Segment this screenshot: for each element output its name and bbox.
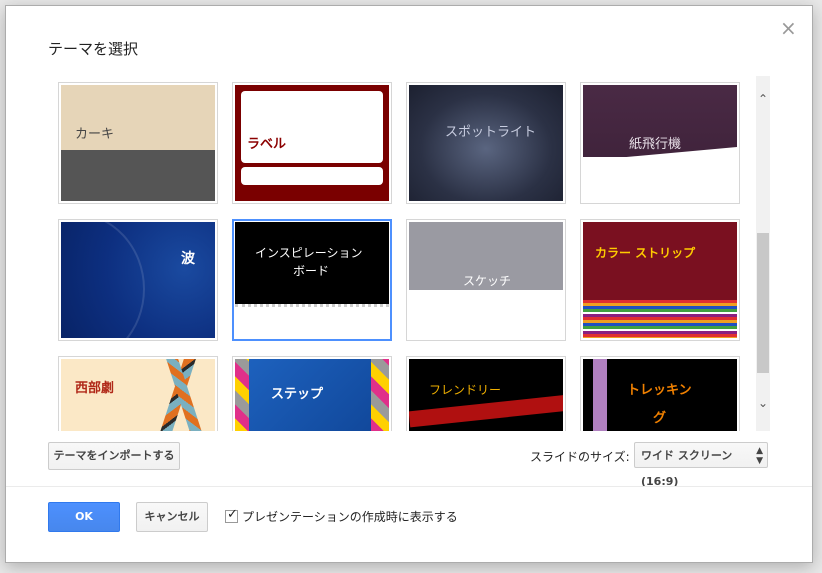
divider xyxy=(6,486,812,487)
theme-name-line2: ボード xyxy=(293,264,330,278)
theme-tile-step[interactable]: ステップ xyxy=(232,356,392,431)
slide-size-label: スライドのサイズ: xyxy=(530,450,630,464)
theme-name-line1: トレッキン xyxy=(627,383,692,398)
theme-name: ラベル xyxy=(247,137,287,152)
ok-button[interactable]: OK xyxy=(48,502,120,532)
scrollbar-thumb[interactable] xyxy=(757,233,769,373)
theme-tile-color-strip[interactable]: カラー ストリップ xyxy=(580,219,740,341)
gallery-scrollbar[interactable]: ⌃ ⌄ xyxy=(756,76,770,431)
theme-name-line2: グ xyxy=(653,411,667,426)
theme-tile-label[interactable]: ラベル xyxy=(232,82,392,204)
theme-name: スポットライト xyxy=(445,125,537,140)
theme-name: 紙飛行機 xyxy=(629,137,682,152)
dialog-title: テーマを選択 xyxy=(48,40,139,58)
theme-tile-western[interactable]: 西部劇 xyxy=(58,356,218,431)
cancel-button[interactable]: キャンセル xyxy=(136,502,208,532)
slide-size-select[interactable]: ワイド スクリーン(16:9) ▲ ▼ xyxy=(634,442,768,488)
close-icon[interactable]: × xyxy=(780,18,797,38)
theme-name: スケッチ xyxy=(463,274,512,288)
theme-tile-wave[interactable]: 波 xyxy=(58,219,218,341)
theme-tile-trekking[interactable]: トレッキン グ xyxy=(580,356,740,431)
check-icon: ✓ xyxy=(227,507,238,522)
theme-tile-friendly[interactable]: フレンドリー xyxy=(406,356,566,431)
theme-name: 波 xyxy=(181,251,195,267)
scroll-up-icon[interactable]: ⌃ xyxy=(756,92,770,106)
scroll-down-icon[interactable]: ⌄ xyxy=(756,396,770,410)
theme-name: ステップ xyxy=(271,387,324,402)
show-on-create-label[interactable]: プレゼンテーションの作成時に表示する xyxy=(242,508,458,525)
theme-tile-khaki[interactable]: カーキ xyxy=(58,82,218,204)
theme-dialog: テーマを選択 × カーキ ラベル スポットライト 紙飛行機 波 インスピレーショ… xyxy=(5,5,813,563)
theme-tile-sketch[interactable]: スケッチ xyxy=(406,219,566,341)
theme-name: カラー ストリップ xyxy=(595,246,696,260)
theme-name: 西部劇 xyxy=(75,381,115,396)
theme-name: フレンドリー xyxy=(429,383,502,397)
slide-size-value: ワイド スクリーン(16:9) xyxy=(641,449,733,488)
theme-tile-spotlight[interactable]: スポットライト xyxy=(406,82,566,204)
theme-gallery: カーキ ラベル スポットライト 紙飛行機 波 インスピレーション ボード スケッ… xyxy=(48,76,770,431)
theme-name-line1: インスピレーション xyxy=(255,246,363,260)
select-arrows-icon: ▲ ▼ xyxy=(756,446,763,466)
theme-tile-inspiration-board[interactable]: インスピレーション ボード xyxy=(232,219,392,341)
theme-tile-paper-plane[interactable]: 紙飛行機 xyxy=(580,82,740,204)
show-on-create-checkbox[interactable]: ✓ xyxy=(225,507,238,523)
theme-name: カーキ xyxy=(75,127,115,142)
import-theme-button[interactable]: テーマをインポートする xyxy=(48,442,180,470)
